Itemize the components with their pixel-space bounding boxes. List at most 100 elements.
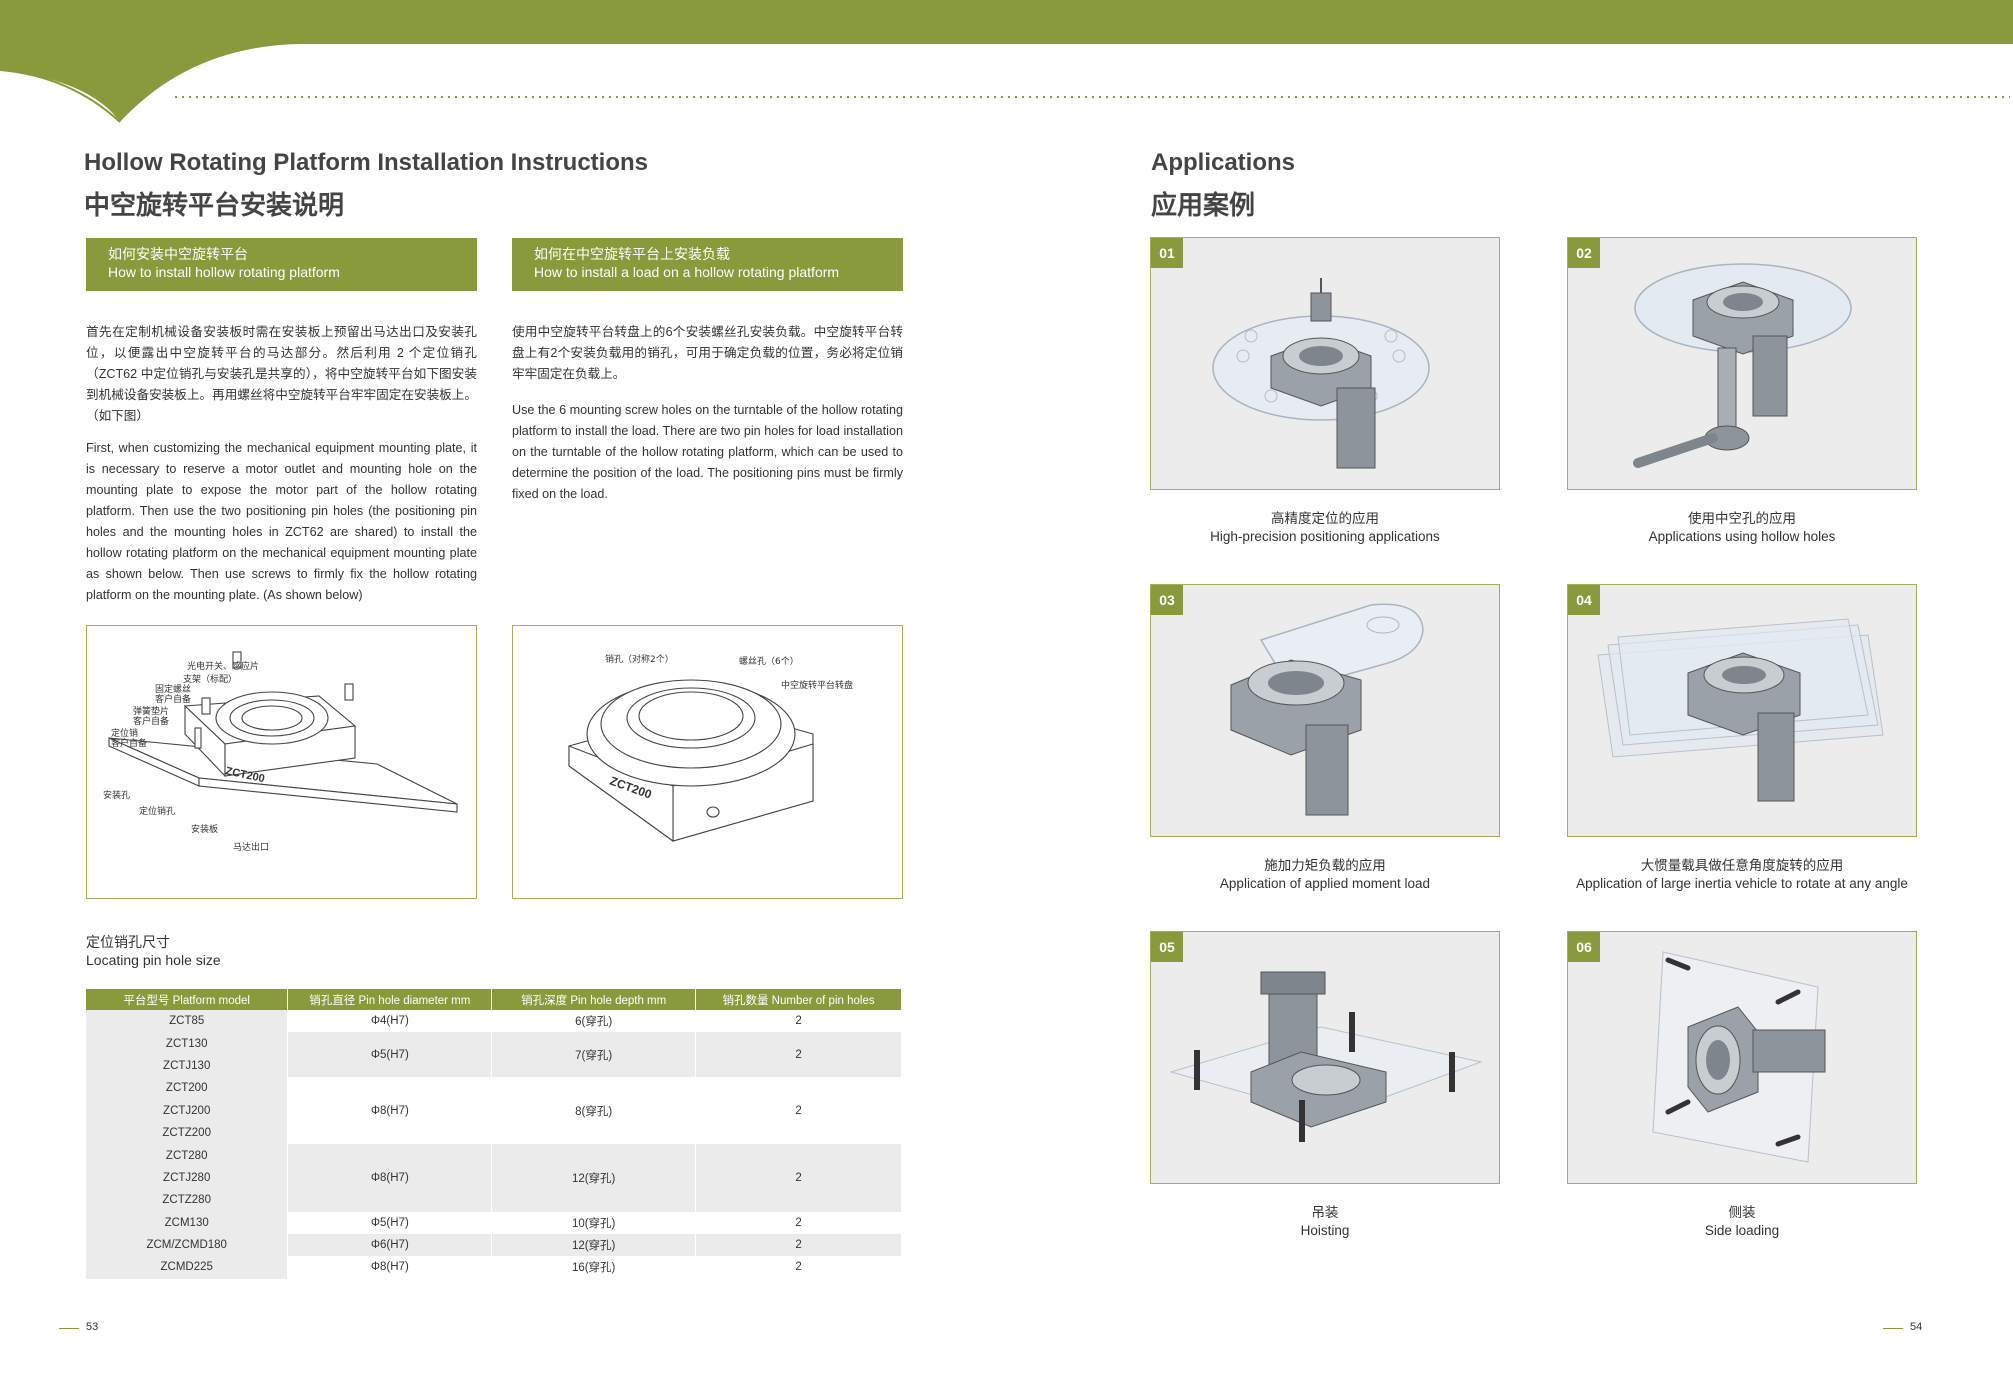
- table-cell-model: ZCTJ280: [86, 1166, 289, 1190]
- application-caption-cn: 施加力矩负载的应用: [1264, 858, 1386, 873]
- table-cell-model: ZCTJ130: [86, 1054, 289, 1078]
- table-cell-diameter: Φ5(H7): [287, 1211, 493, 1234]
- page-title-cn: 中空旋转平台安装说明: [84, 190, 345, 220]
- table-cell-count: 2: [695, 1032, 902, 1078]
- section-box-install-load: 如何在中空旋转平台上安装负载 How to install a load on …: [512, 238, 903, 291]
- table-cell-model: ZCTZ200: [86, 1121, 289, 1145]
- table-cell-model: ZCMD225: [86, 1256, 289, 1279]
- application-caption-cn: 大惯量载具做任意角度旋转的应用: [1640, 858, 1844, 873]
- applications-title-en: Applications: [1151, 149, 1296, 176]
- paragraph-install-cn: 首先在定制机械设备安装板时需在安装板上预留出马达出口及安装孔位，以便露出中空旋转…: [86, 325, 477, 423]
- diagram-label: 光电开关、感应片: [187, 660, 259, 672]
- section-box-title-en: How to install a load on a hollow rotati…: [534, 264, 840, 280]
- section-box-title-cn: 如何在中空旋转平台上安装负载: [534, 246, 730, 262]
- table-cell-count: 2: [695, 1256, 902, 1279]
- table-cell-depth: 16(穿孔): [491, 1256, 697, 1279]
- hoisting-mount-icon: [1169, 971, 1483, 1142]
- application-number: 05: [1151, 932, 1183, 962]
- diagram-label: 安装孔: [103, 789, 130, 801]
- table-cell-diameter: Φ5(H7): [287, 1032, 493, 1078]
- table-header: 销孔数量 Number of pin holes: [695, 989, 902, 1010]
- turntable-with-tube-icon: [1633, 263, 1852, 468]
- diagram-label: 销孔（对称2个）: [605, 653, 674, 665]
- section-box-install-platform: 如何安装中空旋转平台 How to install hollow rotatin…: [86, 238, 477, 291]
- application-caption-cn: 高精度定位的应用: [1271, 511, 1379, 526]
- table-cell-depth: 6(穿孔): [491, 1010, 697, 1033]
- diagram-label: 客户自备: [155, 693, 191, 705]
- applications-title-cn: 应用案例: [1151, 190, 1256, 220]
- diagram-label: 弹簧垫片: [133, 705, 169, 717]
- page-number-right: 54: [1910, 1321, 1923, 1333]
- table-cell-model: ZCT85: [86, 1010, 289, 1033]
- page-number-rule: [1883, 1328, 1903, 1329]
- application-caption: 使用中空孔的应用 Applications using hollow holes: [1522, 510, 1962, 546]
- table-cell-depth: 12(穿孔): [491, 1144, 697, 1212]
- diagram-label: 中空旋转平台转盘: [781, 679, 853, 691]
- table-cell-diameter: Φ8(H7): [287, 1256, 493, 1279]
- pin-hole-title: 定位销孔尺寸 Locating pin hole size: [86, 933, 221, 969]
- table-cell-count: 2: [695, 1233, 902, 1257]
- diagram-label: 客户自备: [133, 715, 169, 727]
- table-cell-depth: 12(穿孔): [491, 1233, 697, 1257]
- diagram-label: 定位销孔: [139, 805, 175, 817]
- application-caption: 施加力矩负载的应用 Application of applied moment …: [1105, 857, 1545, 893]
- table-cell-model: ZCTZ280: [86, 1189, 289, 1212]
- application-caption-en: Side loading: [1704, 1223, 1780, 1238]
- table-cell-diameter: Φ4(H7): [287, 1010, 493, 1033]
- application-card-06: 06: [1567, 931, 1917, 1184]
- pin-hole-table: 平台型号 Platform model 销孔直径 Pin hole diamet…: [86, 989, 902, 1279]
- table-cell-diameter: Φ8(H7): [287, 1144, 493, 1212]
- application-caption-en: Application of applied moment load: [1219, 876, 1431, 891]
- application-card-03: 03: [1150, 584, 1500, 837]
- turntable-with-probe-icon: [1212, 278, 1430, 469]
- section-box-title-en: How to install hollow rotating platform: [108, 264, 340, 280]
- pin-hole-title-cn: 定位销孔尺寸: [86, 934, 170, 950]
- diagram-label: 马达出口: [233, 841, 269, 853]
- paragraph-load-cn: 使用中空旋转平台转盘上的6个安装螺丝孔安装负载。中空旋转平台转盘上有2个安装负载…: [512, 325, 903, 381]
- diagram-label: 支架（标配）: [183, 673, 237, 685]
- application-card-04: 04: [1567, 584, 1917, 837]
- table-header: 平台型号 Platform model: [86, 989, 289, 1010]
- table-cell-count: 2: [695, 1077, 902, 1145]
- page-title-en: Hollow Rotating Platform Installation In…: [84, 149, 649, 176]
- application-number: 01: [1151, 238, 1183, 268]
- table-cell-count: 2: [695, 1010, 902, 1033]
- diagram-label: 安装板: [191, 823, 218, 835]
- diagram-label: 螺丝孔（6个）: [739, 655, 799, 667]
- table-cell-depth: 10(穿孔): [491, 1211, 697, 1234]
- table-cell-depth: 8(穿孔): [491, 1077, 697, 1145]
- table-cell-model: ZCT200: [86, 1077, 289, 1100]
- application-card-02: 02: [1567, 237, 1917, 490]
- application-caption-en: Hoisting: [1300, 1223, 1350, 1238]
- table-cell-count: 2: [695, 1144, 902, 1212]
- table-header: 销孔深度 Pin hole depth mm: [491, 989, 697, 1010]
- application-caption-cn: 吊装: [1311, 1205, 1339, 1220]
- application-card-05: 05: [1150, 931, 1500, 1184]
- application-caption-en: Application of large inertia vehicle to …: [1576, 876, 1908, 891]
- pin-hole-title-en: Locating pin hole size: [86, 952, 221, 968]
- paragraph-install-en: First, when customizing the mechanical e…: [86, 441, 477, 602]
- page-number-rule: [59, 1328, 79, 1329]
- platform-on-plate-drawing: 光电开关、感应片 支架（标配） 固定螺丝 客户自备 弹簧垫片 客户自备 定位销 …: [103, 651, 458, 853]
- application-caption-en: Applications using hollow holes: [1648, 529, 1836, 544]
- paragraph-load-en: Use the 6 mounting screw holes on the tu…: [512, 403, 903, 501]
- application-caption: 吊装 Hoisting: [1105, 1204, 1545, 1240]
- table-cell-model: ZCT130: [86, 1032, 289, 1055]
- table-cell-model: ZCM/ZCMD180: [86, 1233, 289, 1257]
- application-number: 04: [1568, 585, 1600, 615]
- turntable-with-arm-icon: [1230, 603, 1424, 816]
- application-caption-en: High-precision positioning applications: [1210, 529, 1440, 544]
- application-number: 02: [1568, 238, 1600, 268]
- load-diagram: 销孔（对称2个） 螺丝孔（6个） 中空旋转平台转盘 ZCT200: [512, 625, 903, 899]
- installation-diagram: 光电开关、感应片 支架（标配） 固定螺丝 客户自备 弹簧垫片 客户自备 定位销 …: [86, 625, 477, 899]
- application-caption: 侧装 Side loading: [1522, 1204, 1962, 1240]
- diagram-label: 客户自备: [111, 737, 147, 749]
- page-number-left: 53: [86, 1321, 99, 1333]
- table-cell-count: 2: [695, 1211, 902, 1234]
- section-box-title-cn: 如何安装中空旋转平台: [108, 246, 248, 262]
- table-header: 销孔直径 Pin hole diameter mm: [287, 989, 493, 1010]
- table-cell-depth: 7(穿孔): [491, 1032, 697, 1078]
- table-cell-model: ZCT280: [86, 1144, 289, 1167]
- application-caption-cn: 侧装: [1728, 1205, 1756, 1220]
- application-card-01: 01: [1150, 237, 1500, 490]
